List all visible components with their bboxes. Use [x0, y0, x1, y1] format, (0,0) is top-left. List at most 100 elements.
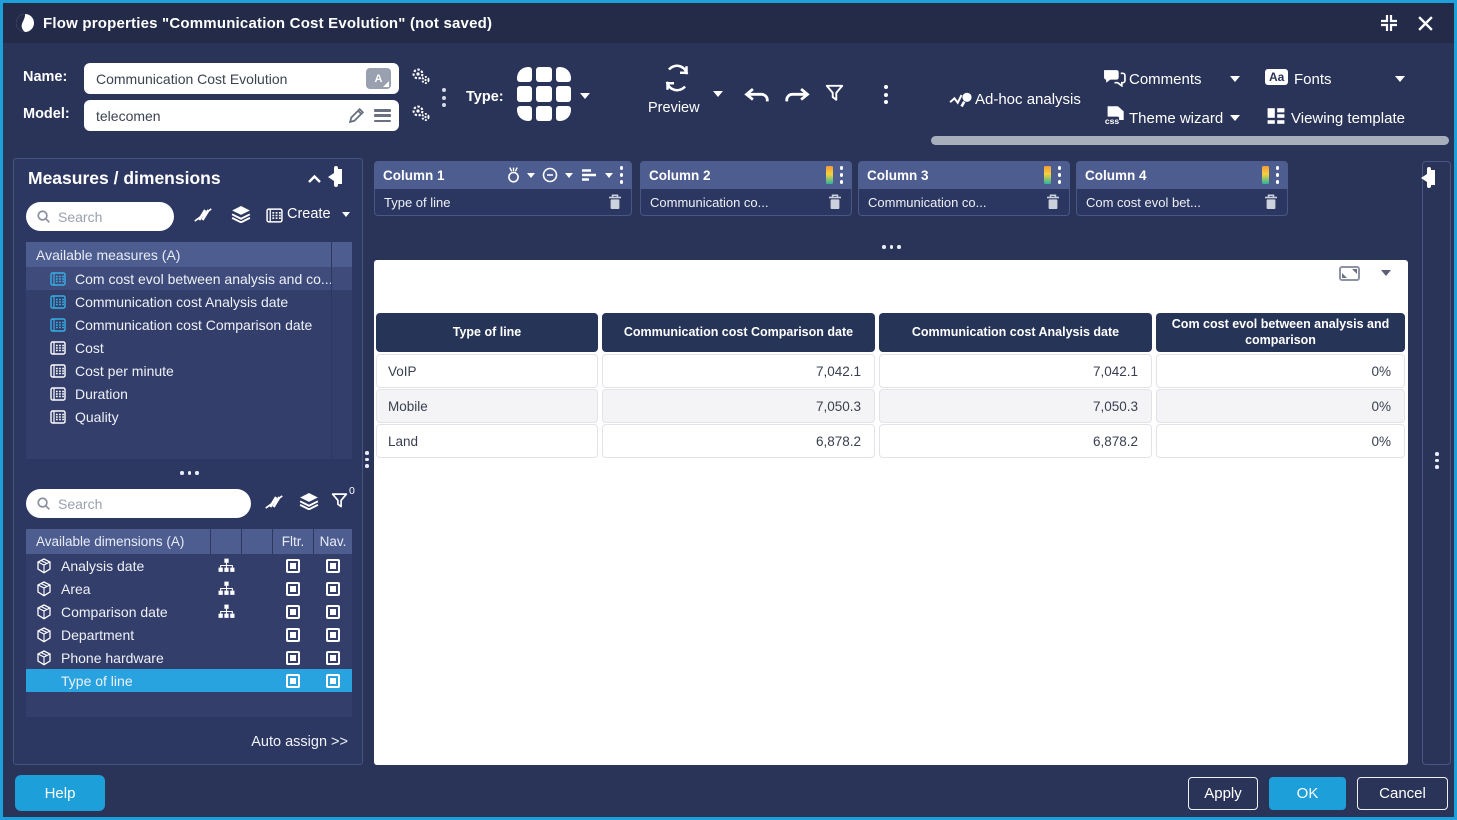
nav-checkbox[interactable]: [326, 628, 340, 642]
type-caret-icon[interactable]: [580, 93, 590, 99]
undo-icon[interactable]: [743, 87, 771, 104]
translate-icon[interactable]: A: [366, 68, 391, 89]
comments-caret-icon[interactable]: [1230, 76, 1240, 82]
theme-wizard-button[interactable]: Theme wizard: [1129, 110, 1223, 127]
model-input[interactable]: [96, 108, 339, 124]
apply-button[interactable]: Apply: [1188, 777, 1258, 810]
column-menu-icon[interactable]: [1276, 166, 1280, 184]
preview-options-caret-icon[interactable]: [1381, 270, 1391, 276]
dimensions-search-input[interactable]: [58, 496, 241, 512]
column-chip-3[interactable]: Column 3 Communication co...: [858, 161, 1070, 216]
color-scale-icon[interactable]: [1262, 166, 1269, 184]
toolbar-scrollbar[interactable]: [931, 136, 1449, 145]
preview-caret-icon[interactable]: [713, 91, 723, 97]
chevron-up-icon[interactable]: [307, 174, 322, 184]
collapse-panel-icon[interactable]: [334, 166, 338, 187]
hide-unused-icon[interactable]: [263, 494, 285, 510]
edit-model-icon[interactable]: [347, 106, 366, 125]
measure-list-item[interactable]: Duration: [26, 382, 352, 405]
redo-icon[interactable]: [783, 87, 811, 104]
measure-list-item[interactable]: Communication cost Comparison date: [26, 313, 352, 336]
help-button[interactable]: Help: [15, 775, 105, 811]
create-caret-icon[interactable]: [342, 212, 350, 217]
adhoc-analysis-button[interactable]: Ad-hoc analysis: [975, 91, 1081, 108]
flow-type-grid-icon[interactable]: [517, 67, 571, 121]
fullscreen-icon[interactable]: [1339, 266, 1360, 281]
fonts-caret-icon[interactable]: [1395, 76, 1405, 82]
auto-assign-link[interactable]: Auto assign >>: [251, 734, 348, 750]
nav-checkbox[interactable]: [326, 605, 340, 619]
color-scale-icon[interactable]: [1044, 166, 1051, 184]
nav-checkbox[interactable]: [326, 559, 340, 573]
dimension-list-item[interactable]: Department: [26, 623, 352, 646]
column-menu-icon[interactable]: [840, 166, 844, 184]
viewing-template-button[interactable]: Viewing template: [1291, 110, 1405, 127]
trash-icon[interactable]: [1046, 194, 1060, 210]
theme-wizard-caret-icon[interactable]: [1230, 115, 1240, 121]
aggregation-icon[interactable]: [542, 167, 558, 183]
measure-list-item[interactable]: Communication cost Analysis date: [26, 290, 352, 313]
expand-right-panel-icon[interactable]: [1427, 167, 1431, 188]
comments-button[interactable]: Comments: [1129, 71, 1202, 88]
ranking-icon[interactable]: [507, 166, 520, 184]
trash-icon[interactable]: [608, 194, 622, 210]
dimension-list-item[interactable]: Phone hardware: [26, 646, 352, 669]
model-flow-gears-icon[interactable]: [410, 103, 431, 124]
column-menu-icon[interactable]: [1058, 166, 1062, 184]
trash-icon[interactable]: [1264, 194, 1278, 210]
sort-icon[interactable]: [580, 168, 598, 182]
preview-refresh-icon[interactable]: [662, 63, 692, 93]
measures-search-input[interactable]: [58, 209, 164, 225]
fltr-checkbox[interactable]: [286, 674, 300, 688]
close-icon[interactable]: [1417, 15, 1434, 32]
ranking-caret-icon[interactable]: [527, 173, 535, 178]
measure-list-item[interactable]: Com cost evol between analysis and co...: [26, 267, 352, 290]
hide-unused-icon[interactable]: [192, 207, 214, 223]
fltr-checkbox[interactable]: [286, 605, 300, 619]
column-chip-1[interactable]: Column 1 Type of line: [374, 161, 632, 216]
nav-checkbox[interactable]: [326, 582, 340, 596]
color-scale-icon[interactable]: [826, 166, 833, 184]
model-list-icon[interactable]: [374, 109, 391, 122]
panel-resize-handle[interactable]: [365, 451, 369, 468]
fltr-checkbox[interactable]: [286, 559, 300, 573]
aggregation-caret-icon[interactable]: [565, 173, 573, 178]
dimension-list-item[interactable]: Comparison date: [26, 600, 352, 623]
column-chip-2[interactable]: Column 2 Communication co...: [640, 161, 852, 216]
fonts-button[interactable]: Fonts: [1294, 71, 1332, 88]
fltr-checkbox[interactable]: [286, 628, 300, 642]
filter-icon[interactable]: [825, 83, 844, 104]
nav-checkbox[interactable]: [326, 674, 340, 688]
create-button[interactable]: Create: [287, 206, 331, 222]
fltr-checkbox[interactable]: [286, 651, 300, 665]
dimension-filter-icon[interactable]: 0: [331, 492, 354, 510]
create-measure-icon[interactable]: [266, 208, 283, 223]
measure-list-item[interactable]: Quality: [26, 405, 352, 428]
fltr-checkbox[interactable]: [286, 582, 300, 596]
trash-icon[interactable]: [828, 194, 842, 210]
layers-icon[interactable]: [299, 492, 319, 510]
measure-list-item[interactable]: Cost per minute: [26, 359, 352, 382]
dimension-list-item[interactable]: Analysis date: [26, 554, 352, 577]
dimension-list-item[interactable]: Area: [26, 577, 352, 600]
toolbar-more-menu-icon[interactable]: [884, 85, 888, 104]
dimension-list-item[interactable]: Type of line: [26, 669, 352, 692]
column-menu-icon[interactable]: [620, 166, 624, 184]
measure-list-item[interactable]: Cost: [26, 336, 352, 359]
sort-caret-icon[interactable]: [605, 173, 613, 178]
table-cell: 7,050.3: [602, 389, 875, 423]
form-more-menu-icon[interactable]: [442, 88, 446, 107]
ok-button[interactable]: OK: [1269, 777, 1346, 810]
panel-split-handle[interactable]: [180, 471, 199, 475]
preview-resize-handle[interactable]: [882, 245, 901, 249]
layers-icon[interactable]: [231, 205, 251, 223]
cancel-button[interactable]: Cancel: [1357, 777, 1448, 810]
nav-checkbox[interactable]: [326, 651, 340, 665]
compress-window-icon[interactable]: [1379, 13, 1399, 33]
preview-label[interactable]: Preview: [648, 100, 700, 116]
column-chip-4[interactable]: Column 4 Com cost evol bet...: [1076, 161, 1288, 216]
right-panel-resize-handle[interactable]: [1435, 452, 1439, 469]
name-flow-gears-icon[interactable]: [410, 66, 431, 87]
name-input[interactable]: [96, 71, 366, 87]
dimension-label: Department: [61, 627, 134, 643]
